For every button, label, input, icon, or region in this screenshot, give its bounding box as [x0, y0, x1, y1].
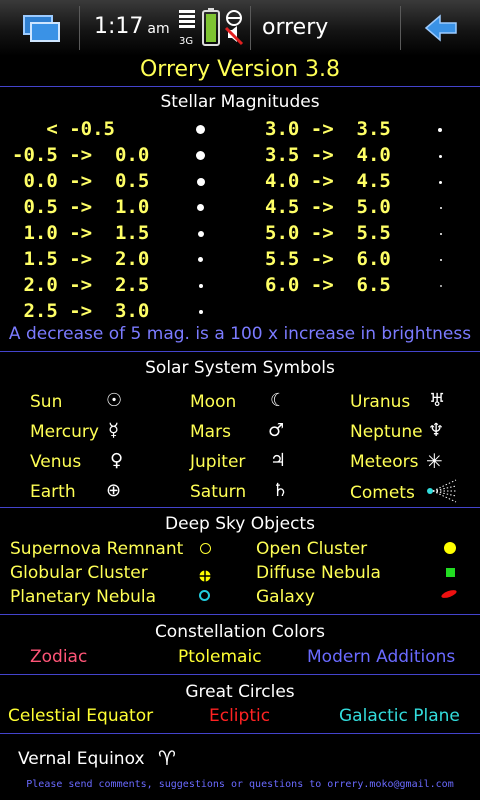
earth-symbol-icon: ⊕ — [106, 480, 122, 501]
star-dot — [197, 204, 204, 211]
moon-symbol-icon: ☾ — [270, 390, 287, 411]
star-dot — [197, 178, 205, 186]
supernova-remnant-icon — [200, 543, 211, 554]
star-dot — [198, 257, 203, 262]
diffuse-nebula-icon — [446, 568, 455, 577]
deepsky-label: Supernova Remnant — [10, 539, 184, 559]
star-dot — [199, 310, 203, 314]
back-arrow-icon[interactable] — [406, 4, 476, 52]
magnitude-range: 5.5 -> 6.0 — [265, 248, 391, 270]
sun-symbol-icon: ☉ — [106, 390, 123, 411]
magnitude-range: 3.0 -> 3.5 — [265, 118, 391, 140]
saturn-symbol-icon: ♄ — [272, 480, 289, 501]
planet-label-moon: Moon — [190, 392, 237, 412]
planet-label-comets: Comets — [350, 483, 415, 503]
planet-label-earth: Earth — [30, 482, 76, 502]
deepsky-label: Globular Cluster — [10, 563, 148, 583]
magnitude-range: 1.5 -> 2.0 — [12, 248, 150, 270]
contact-footer: Please send comments, suggestions or que… — [26, 779, 454, 790]
divider — [0, 86, 480, 87]
constellation-color-zodiac: Zodiac — [30, 647, 88, 667]
divider — [0, 351, 480, 352]
section-heading-solar: Solar System Symbols — [145, 358, 335, 378]
magnitude-range: 2.5 -> 3.0 — [12, 300, 150, 322]
divider — [0, 674, 480, 675]
magnitude-range: 1.0 -> 1.5 — [12, 222, 150, 244]
planet-label-venus: Venus — [30, 452, 82, 472]
magnitude-range: < -0.5 — [12, 118, 115, 140]
open-cluster-icon — [444, 542, 456, 554]
globular-cluster-icon — [199, 567, 211, 586]
task-switcher-icon[interactable] — [6, 4, 76, 52]
star-dot — [438, 128, 442, 132]
divider — [79, 6, 80, 50]
mars-symbol-icon: ♂ — [268, 420, 285, 441]
app-title: orrery — [262, 15, 329, 40]
planet-label-meteors: Meteors — [350, 452, 419, 472]
star-dot — [199, 284, 203, 288]
section-heading-deepsky: Deep Sky Objects — [165, 514, 315, 534]
deepsky-label: Diffuse Nebula — [256, 563, 381, 583]
comet-symbol-icon — [424, 478, 458, 508]
magnitude-range: 4.0 -> 4.5 — [265, 170, 391, 192]
planet-label-mars: Mars — [190, 422, 231, 442]
magnitude-range: 0.5 -> 1.0 — [12, 196, 150, 218]
section-heading-constellation: Constellation Colors — [154, 622, 326, 642]
section-heading-circles: Great Circles — [185, 682, 295, 702]
galaxy-icon — [440, 588, 458, 600]
vernal-equinox-label: Vernal Equinox — [18, 749, 145, 769]
star-dot — [440, 207, 442, 209]
constellation-color-ptolemaic: Ptolemaic — [178, 647, 262, 667]
neptune-symbol-icon: ♆ — [428, 420, 445, 441]
constellation-color-modern: Modern Additions — [307, 647, 456, 667]
star-dot — [439, 181, 442, 184]
great-circle-celestial-equator: Celestial Equator — [8, 706, 154, 726]
deepsky-label: Open Cluster — [256, 539, 368, 559]
magnitude-range: 4.5 -> 5.0 — [265, 196, 391, 218]
battery-icon — [202, 8, 220, 50]
deepsky-label: Planetary Nebula — [10, 587, 157, 607]
meteors-symbol-icon: ✳ — [426, 449, 443, 473]
star-dot — [196, 125, 205, 134]
planet-label-jupiter: Jupiter — [190, 452, 246, 472]
great-circle-galactic-plane: Galactic Plane — [339, 706, 460, 726]
mute-icon — [224, 8, 244, 52]
magnitude-range: 0.0 -> 0.5 — [12, 170, 150, 192]
star-dot — [440, 233, 442, 235]
magnitude-range: 6.0 -> 6.5 — [265, 274, 391, 296]
venus-symbol-icon: ♀ — [110, 450, 124, 471]
page-title: Orrery Version 3.8 — [139, 57, 340, 82]
jupiter-symbol-icon: ♃ — [270, 450, 287, 471]
star-dot — [198, 231, 204, 237]
divider — [0, 507, 480, 508]
divider — [250, 6, 251, 50]
deepsky-label: Galaxy — [256, 587, 315, 607]
planet-label-saturn: Saturn — [190, 482, 247, 502]
magnitude-range: 5.0 -> 5.5 — [265, 222, 391, 244]
uranus-symbol-icon: ♅ — [429, 390, 446, 411]
great-circle-ecliptic: Ecliptic — [209, 706, 271, 726]
planet-label-sun: Sun — [30, 392, 63, 412]
status-bar: 1:17 am 3G orrery — [0, 0, 480, 56]
clock: 1:17 am — [94, 14, 170, 39]
magnitude-range: 2.0 -> 2.5 — [12, 274, 150, 296]
planetary-nebula-icon — [199, 590, 210, 601]
star-dot — [196, 151, 205, 160]
divider — [0, 614, 480, 615]
mercury-symbol-icon: ☿ — [108, 420, 120, 441]
magnitude-range: 3.5 -> 4.0 — [265, 144, 391, 166]
magnitude-range: -0.5 -> 0.0 — [12, 144, 150, 166]
star-dot — [440, 285, 442, 287]
aries-symbol-icon: ♈ — [158, 746, 176, 770]
planet-label-mercury: Mercury — [30, 422, 99, 442]
divider — [400, 6, 401, 50]
planet-label-uranus: Uranus — [350, 392, 411, 412]
star-dot — [439, 155, 442, 158]
planet-label-neptune: Neptune — [350, 422, 423, 442]
section-heading-magnitudes: Stellar Magnitudes — [160, 92, 320, 112]
brightness-note: A decrease of 5 mag. is a 100 x increase… — [8, 324, 472, 344]
star-dot — [440, 259, 442, 261]
network-label: 3G — [179, 36, 194, 47]
divider — [0, 733, 480, 734]
